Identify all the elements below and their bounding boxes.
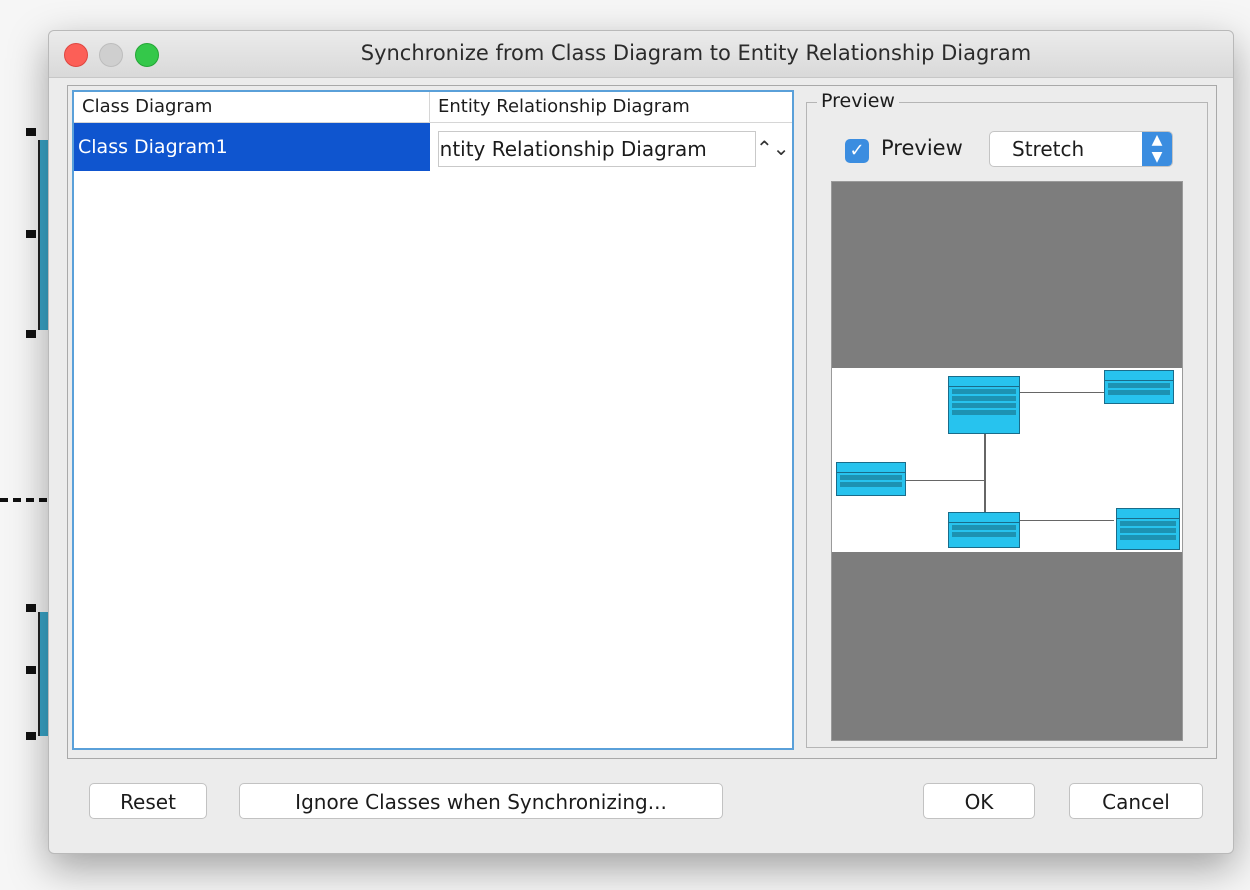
ignore-classes-button[interactable]: Ignore Classes when Synchronizing... [239,783,723,819]
minimize-window-button[interactable] [99,43,123,67]
connector-line [902,480,986,481]
content-frame: Class Diagram Entity Relationship Diagra… [67,85,1217,759]
reset-button[interactable]: Reset [89,783,207,819]
chevron-updown-icon: ▲ ▼ [1142,132,1172,166]
ok-button[interactable]: OK [923,783,1035,819]
preview-group-label: Preview [817,90,899,112]
bg-handle [26,330,36,338]
preview-checkbox[interactable]: ✓ [845,139,869,163]
class-box [836,462,906,496]
diagram-preview-image [832,368,1182,552]
zoom-window-button[interactable] [135,43,159,67]
class-box [1104,370,1174,404]
title-bar: Synchronize from Class Diagram to Entity… [49,31,1233,78]
bg-handle [26,666,36,674]
table-header: Class Diagram Entity Relationship Diagra… [74,92,792,123]
table-row[interactable]: Class Diagram1 Entity Relationship Diagr… [74,123,792,171]
class-box [948,376,1020,434]
diagram-preview-canvas [831,181,1183,741]
synchronize-dialog: Synchronize from Class Diagram to Entity… [48,30,1234,854]
mapping-table: Class Diagram Entity Relationship Diagra… [72,90,794,750]
bg-shape-bottom [38,612,48,736]
connector-line [984,418,986,526]
bg-handle [26,604,36,612]
bg-shape-top [38,140,48,330]
er-diagram-cell: Entity Relationship Diagram ⌃⌄ [430,123,792,171]
close-window-button[interactable] [64,43,88,67]
preview-mode-value: Stretch [1012,137,1085,161]
connector-line [1018,392,1104,393]
checkmark-icon: ✓ [849,140,865,161]
class-diagram-cell[interactable]: Class Diagram1 [74,123,430,171]
class-box [1116,508,1180,550]
connector-line [1018,520,1114,521]
preview-mode-select[interactable]: Stretch ▲ ▼ [989,131,1173,167]
bg-handle [26,230,36,238]
class-box [948,512,1020,548]
bg-handle [26,732,36,740]
cancel-button[interactable]: Cancel [1069,783,1203,819]
column-header-class-diagram[interactable]: Class Diagram [74,92,430,122]
preview-checkbox-label[interactable]: Preview [881,136,963,160]
bg-handle [26,128,36,136]
window-title: Synchronize from Class Diagram to Entity… [360,41,1032,65]
preview-group: Preview ✓ Preview Stretch ▲ ▼ [806,90,1208,748]
chevron-updown-icon[interactable]: ⌃⌄ [756,131,790,165]
er-diagram-select[interactable]: Entity Relationship Diagram [438,131,756,167]
column-header-er-diagram[interactable]: Entity Relationship Diagram [430,92,792,122]
